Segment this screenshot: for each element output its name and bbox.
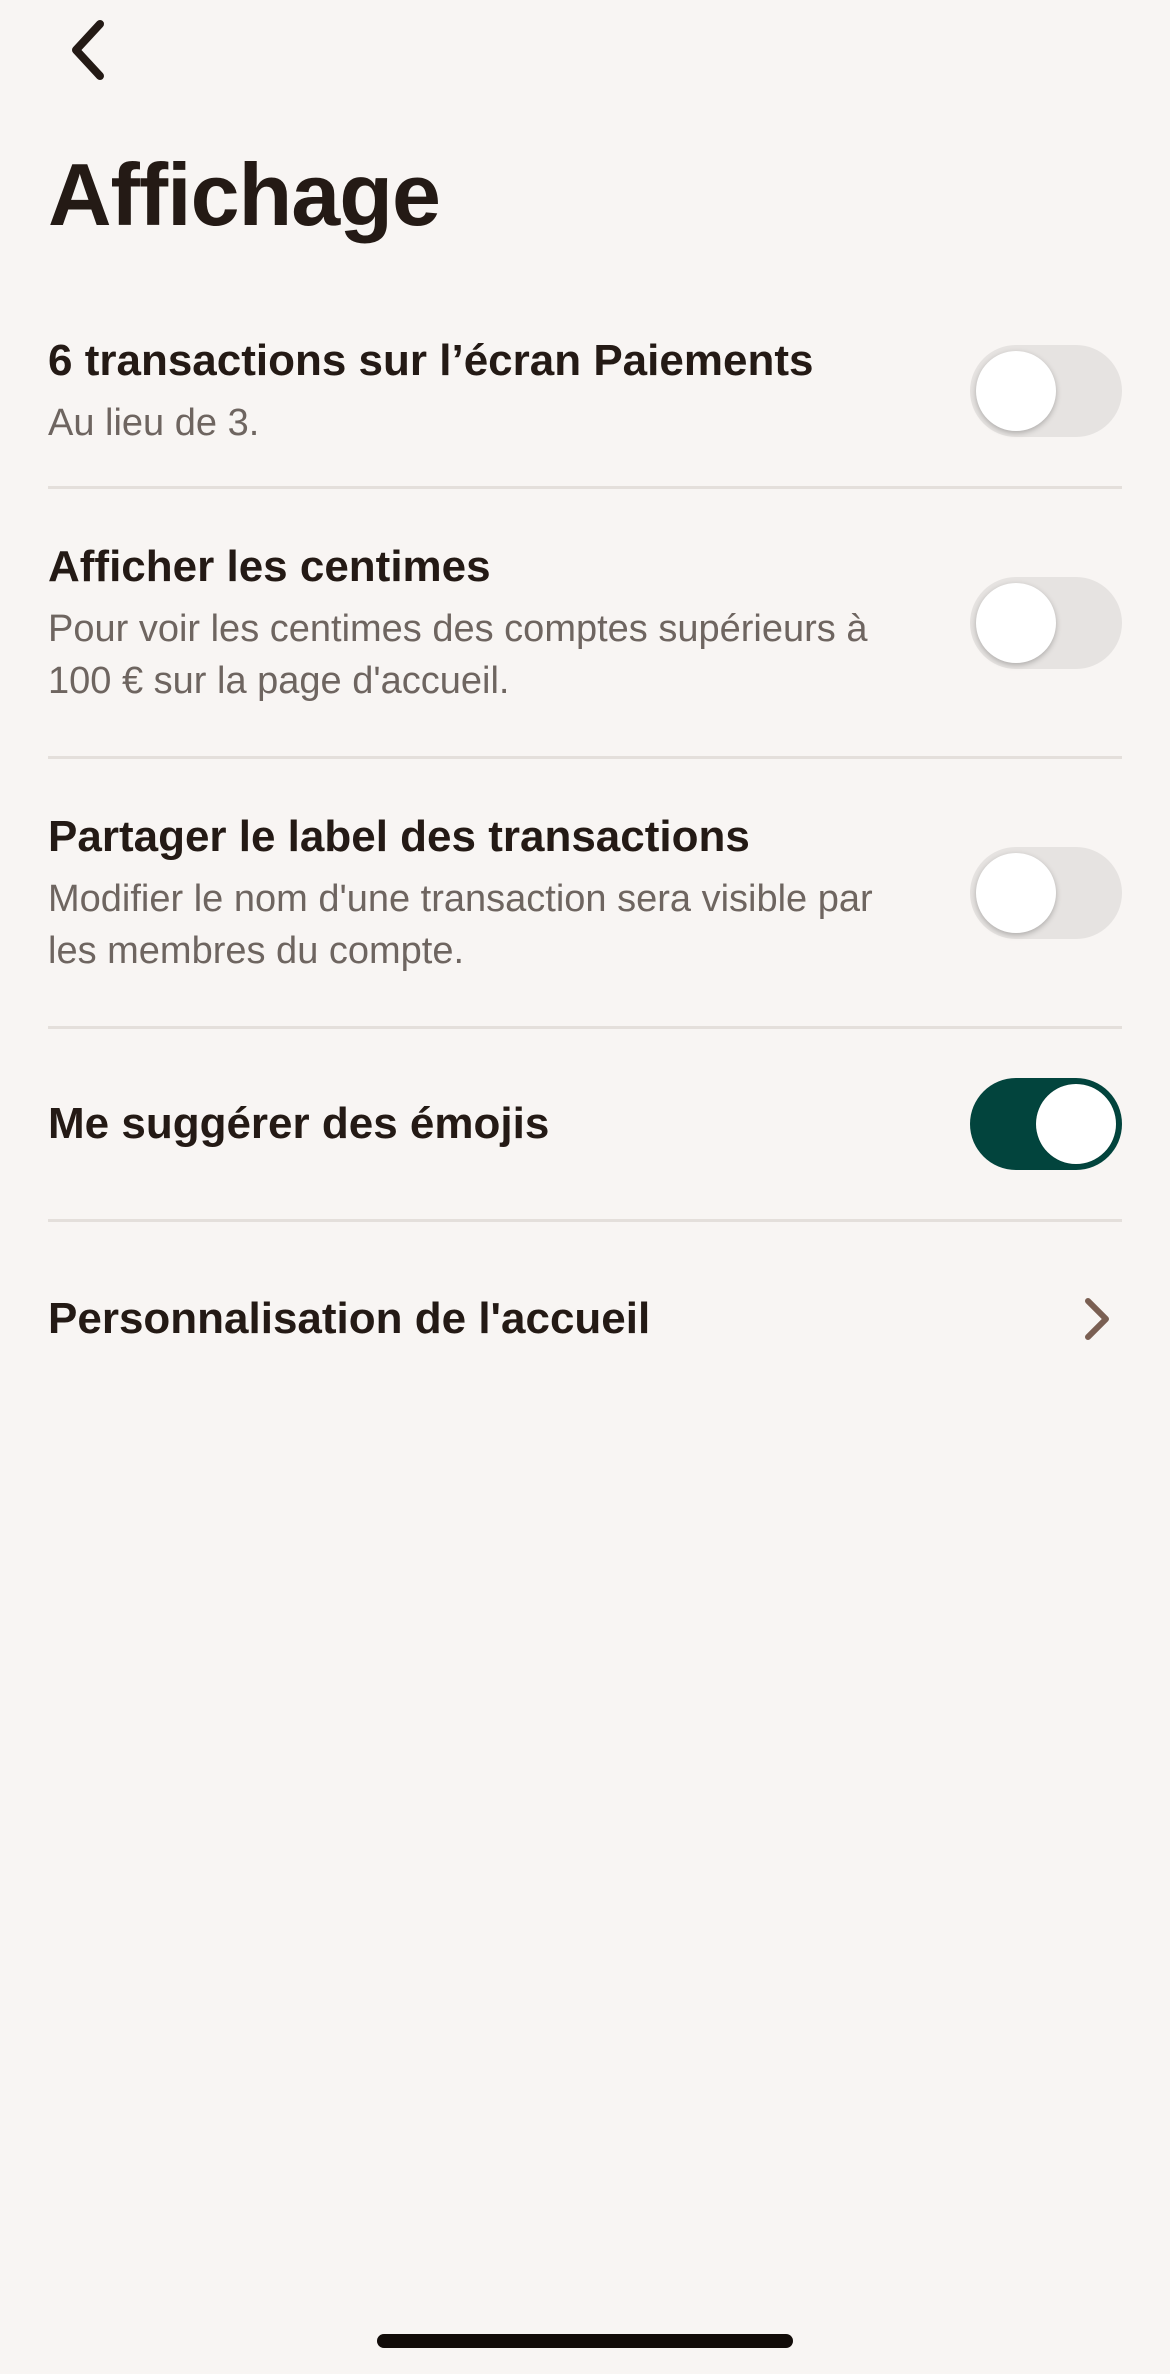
settings-list: 6 transactions sur l’écran Paiements Au … [48, 296, 1122, 1415]
setting-suggest-emojis: Me suggérer des émojis [48, 1029, 1122, 1222]
toggle-knob [1036, 1084, 1116, 1164]
setting-text: 6 transactions sur l’écran Paiements Au … [48, 333, 813, 449]
show-cents-toggle[interactable] [970, 576, 1122, 669]
setting-share-label: Partager le label des transactions Modif… [48, 759, 1122, 1029]
setting-title: 6 transactions sur l’écran Paiements [48, 336, 814, 385]
setting-show-cents: Afficher les centimes Pour voir les cent… [48, 489, 1122, 759]
setting-description: Modifier le nom d'une transaction sera v… [48, 877, 873, 972]
chevron-right-icon [1072, 1289, 1122, 1349]
setting-title: Afficher les centimes [48, 541, 491, 591]
back-button[interactable] [48, 10, 128, 90]
setting-description: Au lieu de 3. [48, 402, 260, 444]
page-title: Affichage [48, 145, 441, 244]
setting-title: Me suggérer des émojis [48, 1099, 550, 1148]
toggle-knob [976, 852, 1056, 933]
setting-text: Afficher les centimes Pour voir les cent… [48, 539, 928, 707]
share-label-toggle[interactable] [970, 846, 1122, 939]
setting-text: Partager le label des transactions Modif… [48, 809, 928, 977]
suggest-emojis-toggle[interactable] [970, 1078, 1122, 1170]
setting-title: Personnalisation de l'accueil [48, 1293, 651, 1343]
setting-description: Pour voir les centimes des comptes supér… [48, 607, 868, 702]
setting-six-transactions: 6 transactions sur l’écran Paiements Au … [48, 296, 1122, 489]
setting-text: Me suggérer des émojis [48, 1096, 549, 1152]
toggle-knob [976, 351, 1056, 431]
chevron-left-icon [72, 20, 104, 80]
six-transactions-toggle[interactable] [970, 345, 1122, 437]
setting-home-customization[interactable]: Personnalisation de l'accueil [48, 1222, 1122, 1415]
home-indicator [377, 2334, 793, 2348]
setting-title: Partager le label des transactions [48, 811, 750, 861]
toggle-knob [976, 582, 1056, 663]
setting-text: Personnalisation de l'accueil [48, 1291, 650, 1347]
